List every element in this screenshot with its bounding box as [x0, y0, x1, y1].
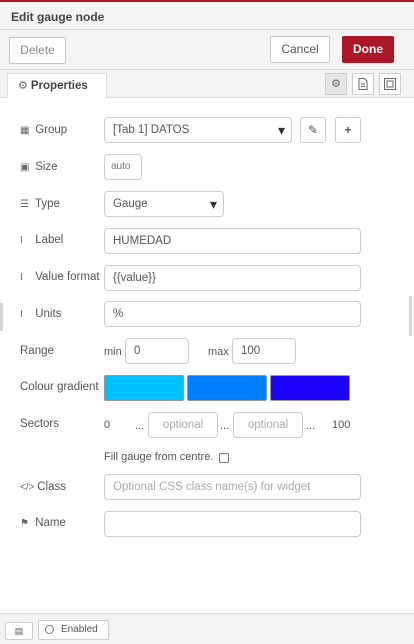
group-select[interactable]: [Tab 1] DATOS [104, 117, 292, 143]
help-button[interactable]: ▤ [5, 622, 33, 640]
tab-bar: ⚙ Properties ⚙ [0, 70, 414, 99]
resize-handle-left[interactable] [0, 303, 3, 331]
plus-icon: + [344, 123, 352, 137]
label-input[interactable]: HUMEDAD [104, 228, 361, 254]
cancel-button[interactable]: Cancel [270, 36, 330, 63]
tab-description[interactable] [352, 73, 374, 95]
sectors-dots-2: ... [220, 420, 230, 432]
tab-settings[interactable]: ⚙ [325, 73, 347, 95]
colour-swatch-3[interactable] [270, 375, 350, 401]
class-label: </> Class [20, 481, 66, 493]
pencil-icon: ✎ [307, 123, 319, 137]
text-cursor-icon: I [20, 272, 23, 283]
range-min-label: min [104, 346, 122, 358]
sectors-dots-1: ... [135, 420, 145, 432]
sectors-dots-3: ... [306, 420, 316, 432]
dialog-footer: ▤ Enabled [0, 613, 414, 644]
type-label: ☰ Type [20, 198, 60, 210]
done-button[interactable]: Done [342, 36, 394, 63]
dialog-header: Edit gauge node [0, 2, 414, 30]
dialog-toolbar: Delete Cancel Done [0, 30, 414, 70]
properties-panel: ▦ Group [Tab 1] DATOS ✎ + ▣ Size auto ☰ … [0, 98, 414, 613]
value-format-input[interactable]: {{value}} [104, 265, 361, 291]
tab-properties-label: Properties [30, 80, 88, 92]
text-cursor-icon: I [20, 235, 23, 246]
enabled-label: Enabled [61, 624, 98, 635]
range-max-input[interactable]: 100 [232, 338, 296, 364]
gear-icon: ⚙ [331, 78, 341, 90]
toggle-circle-icon [45, 625, 54, 634]
appearance-icon [384, 78, 396, 90]
range-max-label: max [208, 346, 229, 358]
book-icon: ▤ [14, 626, 24, 636]
tab-properties[interactable]: ⚙ Properties [7, 73, 107, 99]
table-icon: ▦ [20, 125, 30, 136]
sector-2-input[interactable]: optional [233, 412, 303, 438]
size-label: ▣ Size [20, 161, 58, 173]
resize-handle-right[interactable] [409, 296, 412, 336]
tag-icon: ⚑ [20, 518, 29, 529]
code-icon: </> [20, 482, 35, 493]
units-input[interactable]: % [104, 301, 361, 327]
type-select[interactable]: Gauge [104, 191, 224, 217]
delete-button[interactable]: Delete [9, 37, 66, 64]
edit-group-button[interactable]: ✎ [300, 117, 326, 143]
enabled-toggle[interactable]: Enabled [38, 620, 109, 640]
fill-centre-checkbox[interactable] [219, 453, 229, 463]
colour-swatch-2[interactable] [187, 375, 267, 401]
colour-swatch-1[interactable] [104, 375, 184, 401]
dialog-title: Edit gauge node [11, 10, 105, 24]
size-icon: ▣ [20, 162, 30, 173]
size-button[interactable]: auto [104, 154, 142, 180]
range-min-input[interactable]: 0 [125, 338, 189, 364]
sectors-start-value: 0 [104, 419, 111, 431]
fill-centre-label: Fill gauge from centre. [104, 451, 214, 463]
class-input[interactable]: Optional CSS class name(s) for widget [104, 474, 361, 500]
add-group-button[interactable]: + [335, 117, 361, 143]
text-cursor-icon: I [20, 309, 23, 320]
sectors-label: Sectors [20, 418, 59, 430]
sector-1-input[interactable]: optional [148, 412, 218, 438]
units-label: I Units [20, 308, 62, 320]
name-input[interactable] [104, 511, 361, 537]
name-label: ⚑ Name [20, 517, 66, 529]
tab-appearance[interactable] [379, 73, 401, 95]
group-label: ▦ Group [20, 124, 68, 136]
sectors-end-value: 100 [332, 419, 351, 431]
range-label: Range [20, 345, 54, 357]
description-icon [358, 78, 368, 90]
colour-gradient-label: Colour gradient [20, 381, 99, 393]
value-format-label: I Value format [20, 271, 100, 283]
label-label: I Label [20, 234, 64, 246]
list-icon: ☰ [20, 199, 29, 210]
gear-icon: ⚙ [18, 80, 28, 92]
